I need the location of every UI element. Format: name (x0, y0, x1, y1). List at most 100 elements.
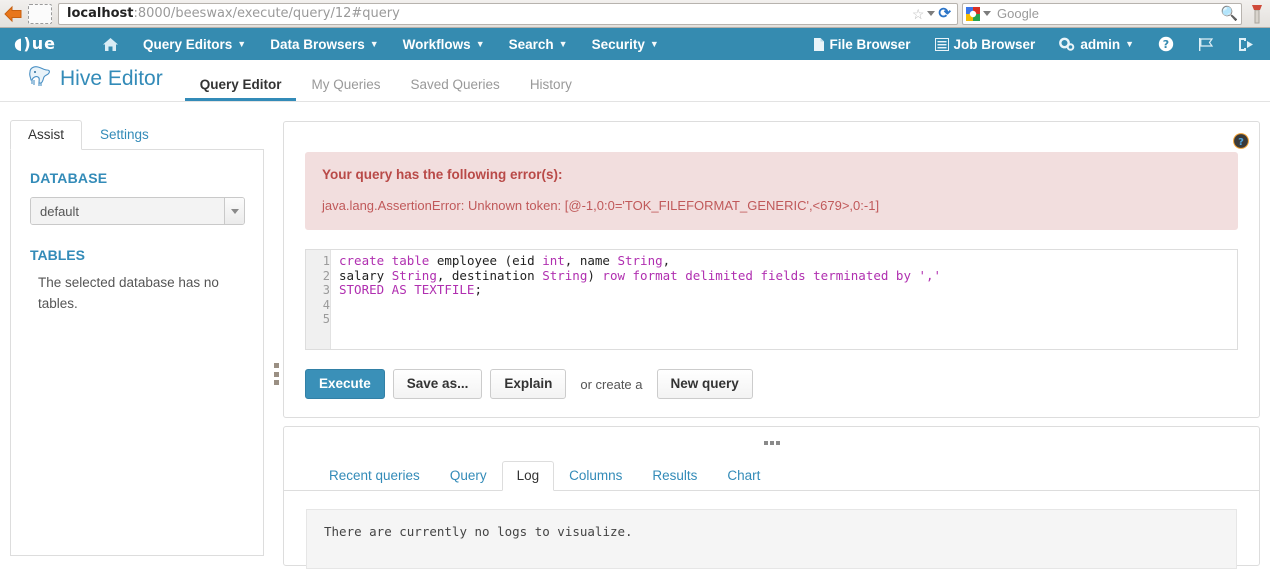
page-title: Hive Editor (26, 64, 163, 94)
chevron-down-icon: ▼ (476, 39, 485, 49)
chevron-down-icon: ▼ (559, 39, 568, 49)
app-header: Hive Editor Query Editor My Queries Save… (0, 60, 1270, 102)
main-column: ? Your query has the following error(s):… (283, 121, 1260, 566)
nav-admin-menu[interactable]: admin ▼ (1047, 28, 1146, 60)
sql-editor[interactable]: 12345 create table employee (eid int, na… (305, 249, 1238, 350)
chevron-down-icon[interactable] (927, 11, 935, 16)
chevron-down-icon[interactable] (224, 198, 244, 224)
nav-label: Job Browser (954, 37, 1036, 52)
line-number: 5 (306, 312, 330, 327)
code-line: create table employee (eid int, name Str… (339, 254, 1237, 269)
nav-security[interactable]: Security ▼ (580, 28, 671, 60)
gears-icon (1059, 37, 1075, 52)
hue-logo-icon: ◖)ue (14, 35, 70, 53)
tab-history[interactable]: History (515, 77, 587, 101)
code-line: STORED AS TEXTFILE; (339, 283, 1237, 298)
nav-label: Data Browsers (270, 37, 365, 52)
error-message: java.lang.AssertionError: Unknown token:… (322, 198, 1221, 213)
nav-home[interactable] (90, 28, 131, 60)
tab-results[interactable]: Results (637, 461, 712, 490)
browser-toolbar: localhost:8000/beeswax/execute/query/12#… (0, 0, 1270, 28)
page-body: Assist Settings DATABASE default TABLES … (0, 102, 1270, 557)
sidebar-tab-settings[interactable]: Settings (82, 120, 167, 149)
app-tabs: Query Editor My Queries Saved Queries Hi… (185, 77, 587, 101)
results-tabs: Recent queries Query Log Columns Results… (284, 462, 1259, 491)
sidebar-panel: DATABASE default TABLES The selected dat… (10, 150, 264, 556)
sidebar-resize-handle[interactable] (274, 363, 279, 385)
nav-label: Security (592, 37, 645, 52)
nav-job-browser[interactable]: Job Browser (923, 28, 1048, 60)
sidebar-tab-assist[interactable]: Assist (10, 120, 82, 150)
url-host: localhost (67, 6, 133, 21)
line-number: 4 (306, 298, 330, 313)
explain-button[interactable]: Explain (490, 369, 566, 399)
editor-code[interactable]: create table employee (eid int, name Str… (331, 250, 1237, 349)
query-action-buttons: Execute Save as... Explain or create a N… (305, 369, 1259, 399)
back-button[interactable] (0, 0, 26, 28)
tab-recent-queries[interactable]: Recent queries (314, 461, 435, 490)
browser-search-bar[interactable]: Google 🔍 (962, 3, 1242, 25)
nav-workflows[interactable]: Workflows ▼ (391, 28, 497, 60)
tab-my-queries[interactable]: My Queries (296, 77, 395, 101)
file-icon (813, 37, 825, 52)
magnifier-icon[interactable]: 🔍 (1221, 5, 1238, 22)
google-icon (966, 7, 980, 21)
save-as-button[interactable]: Save as... (393, 369, 483, 399)
help-circle-icon: ? (1158, 36, 1174, 52)
help-circle-icon[interactable]: ? (1233, 133, 1249, 149)
database-select[interactable]: default (30, 197, 245, 225)
or-create-a-label: or create a (574, 377, 648, 392)
new-query-button[interactable]: New query (657, 369, 753, 399)
tab-log[interactable]: Log (502, 461, 555, 491)
tab-chart[interactable]: Chart (712, 461, 775, 490)
tab-stub[interactable] (28, 4, 52, 24)
home-icon (102, 37, 119, 52)
navbar-right: File Browser Job Browser admin ▼ (801, 28, 1270, 60)
nav-query-editors[interactable]: Query Editors ▼ (131, 28, 258, 60)
chevron-down-icon: ▼ (370, 39, 379, 49)
nav-data-browsers[interactable]: Data Browsers ▼ (258, 28, 390, 60)
flag-icon (1198, 37, 1214, 52)
sidebar-tabs: Assist Settings (10, 121, 264, 150)
tab-columns[interactable]: Columns (554, 461, 637, 490)
query-error-alert: Your query has the following error(s): j… (305, 152, 1238, 230)
app-title-text: Hive Editor (60, 67, 163, 91)
results-card: Recent queries Query Log Columns Results… (283, 426, 1260, 566)
url-path: :8000/beeswax/execute/query/12#query (133, 6, 399, 21)
results-resize-handle[interactable] (284, 434, 1259, 448)
hue-logo[interactable]: ◖)ue (14, 35, 70, 53)
url-bar[interactable]: localhost:8000/beeswax/execute/query/12#… (58, 3, 958, 25)
nav-search[interactable]: Search ▼ (497, 28, 580, 60)
nav-file-browser[interactable]: File Browser (801, 28, 923, 60)
tables-empty-text: The selected database has no tables. (11, 263, 263, 314)
nav-flag[interactable] (1186, 28, 1226, 60)
nav-label: Workflows (403, 37, 471, 52)
execute-button[interactable]: Execute (305, 369, 385, 399)
svg-text:?: ? (1238, 137, 1244, 148)
code-line: salary String, destination String) row f… (339, 269, 1237, 284)
tab-query[interactable]: Query (435, 461, 502, 490)
log-output: There are currently no logs to visualize… (306, 509, 1237, 569)
tab-query-editor[interactable]: Query Editor (185, 77, 297, 101)
database-heading: DATABASE (11, 150, 263, 186)
search-input[interactable]: Google (991, 6, 1221, 21)
code-line (339, 298, 1237, 313)
list-icon (935, 38, 949, 51)
nav-logout[interactable] (1226, 28, 1270, 60)
search-engine-chevron-icon[interactable] (983, 11, 991, 16)
url-text: localhost:8000/beeswax/execute/query/12#… (63, 6, 912, 21)
editor-line-numbers: 12345 (306, 250, 331, 349)
nav-label: File Browser (830, 37, 911, 52)
tab-saved-queries[interactable]: Saved Queries (396, 77, 515, 101)
browser-extension-icon[interactable] (1244, 0, 1270, 28)
hive-elephant-icon (26, 64, 52, 94)
svg-text:?: ? (1163, 38, 1169, 51)
chevron-down-icon: ▼ (1125, 39, 1134, 49)
hue-navbar: ◖)ue Query Editors ▼ Data Browsers ▼ Wor… (0, 28, 1270, 60)
bookmark-star-icon[interactable]: ☆ (912, 7, 925, 21)
nav-label: admin (1080, 37, 1120, 52)
nav-help[interactable]: ? (1146, 28, 1186, 60)
logout-icon (1238, 37, 1254, 52)
chevron-down-icon: ▼ (237, 39, 246, 49)
reload-icon[interactable]: ⟳ (938, 6, 951, 21)
